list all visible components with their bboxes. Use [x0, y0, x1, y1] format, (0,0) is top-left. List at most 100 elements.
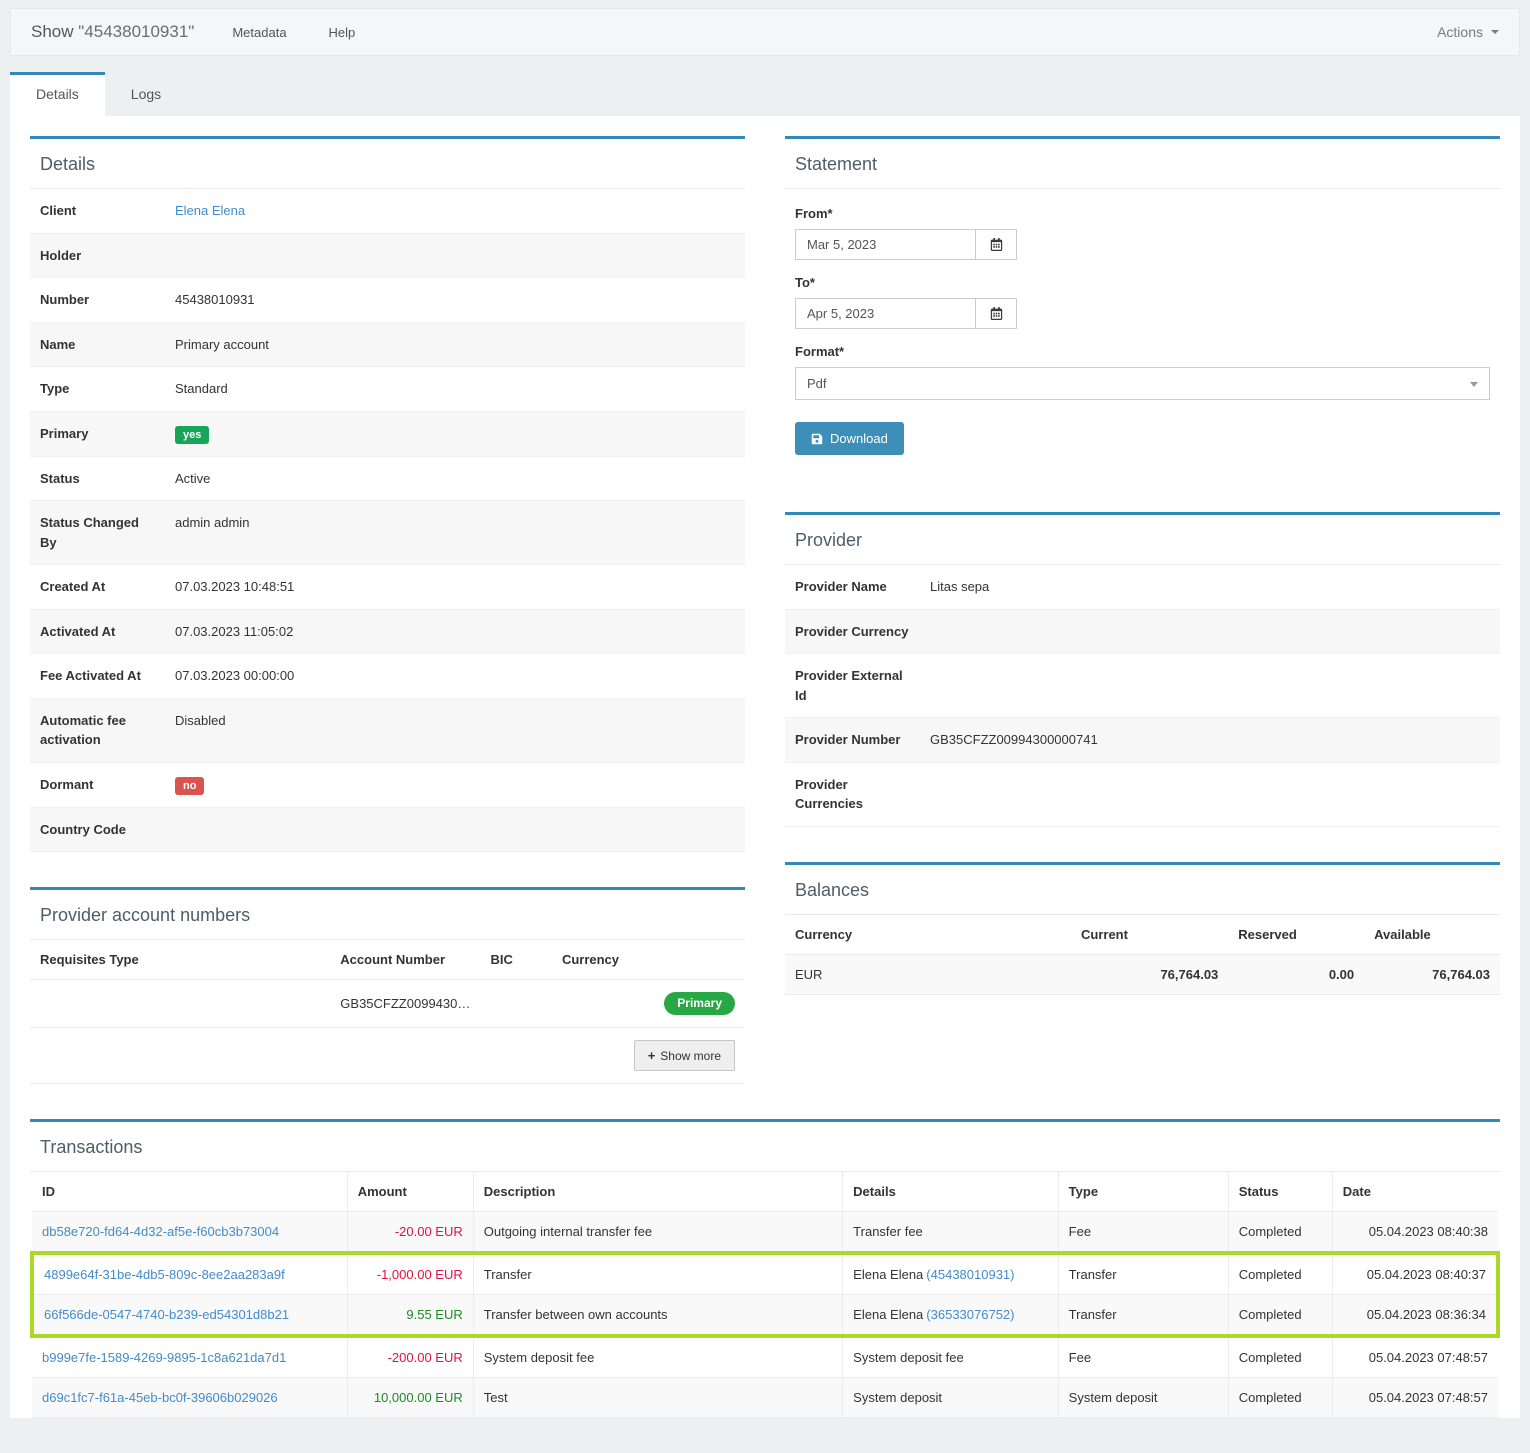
- detail-label: Provider Name: [785, 565, 920, 609]
- transaction-account-link[interactable]: (45438010931): [926, 1267, 1014, 1282]
- detail-row-holder: Holder: [30, 233, 745, 278]
- download-button[interactable]: Download: [795, 422, 904, 455]
- dormant-no-badge: no: [175, 777, 204, 795]
- details-panel-title: Details: [30, 139, 745, 189]
- detail-value: [920, 762, 1500, 826]
- menu-item-help[interactable]: Help: [329, 25, 356, 40]
- column-header-amount: Amount: [347, 1172, 473, 1212]
- transaction-date: 05.04.2023 07:48:57: [1332, 1377, 1498, 1417]
- detail-label: Dormant: [30, 762, 165, 807]
- detail-row-created-at: Created At 07.03.2023 10:48:51: [30, 565, 745, 610]
- detail-row-type: Type Standard: [30, 367, 745, 412]
- detail-row-fee-activated-at: Fee Activated At 07.03.2023 00:00:00: [30, 654, 745, 699]
- detail-row-status-changed-by: Status Changed By admin admin: [30, 501, 745, 565]
- provider-account-numbers-table: Requisites Type Account Number BIC Curre…: [30, 940, 745, 1083]
- detail-label: Primary: [30, 411, 165, 456]
- to-date-input[interactable]: [795, 298, 975, 329]
- detail-value: Litas sepa: [920, 565, 1500, 609]
- transaction-description: Transfer between own accounts: [473, 1294, 842, 1336]
- transaction-details: System deposit fee: [843, 1336, 1059, 1378]
- detail-label: Provider Number: [785, 718, 920, 763]
- page-title: Show "45438010931": [31, 22, 194, 42]
- column-header-details: Details: [843, 1172, 1059, 1212]
- provider-table: Provider Name Litas sepa Provider Curren…: [785, 565, 1500, 827]
- detail-row-dormant: Dormant no: [30, 762, 745, 807]
- balances-panel: Balances Currency Current Reserved Avail…: [785, 862, 1500, 995]
- primary-yes-badge: yes: [175, 426, 209, 444]
- actions-button[interactable]: Actions: [1437, 24, 1499, 40]
- detail-row-number: Number 45438010931: [30, 278, 745, 323]
- show-more-button[interactable]: +Show more: [634, 1040, 735, 1071]
- transaction-id-link[interactable]: 4899e64f-31be-4db5-809c-8ee2aa283a9f: [44, 1267, 285, 1282]
- detail-value: admin admin: [165, 501, 745, 565]
- detail-label: Activated At: [30, 609, 165, 654]
- balance-available: 76,764.03: [1364, 954, 1500, 994]
- transaction-details: Transfer fee: [843, 1211, 1059, 1253]
- transaction-date: 05.04.2023 08:40:37: [1332, 1253, 1498, 1295]
- tab-details[interactable]: Details: [10, 72, 105, 116]
- statement-panel-title: Statement: [785, 139, 1500, 189]
- transaction-status: Completed: [1228, 1377, 1332, 1417]
- bic-cell: [480, 980, 552, 1027]
- detail-value: GB35CFZZ00994300000741: [920, 718, 1500, 763]
- requisites-type-cell: [30, 980, 330, 1027]
- column-header-empty: [645, 940, 745, 980]
- menu-item-metadata[interactable]: Metadata: [232, 25, 286, 40]
- transaction-row: b999e7fe-1589-4269-9895-1c8a621da7d1 -20…: [32, 1336, 1498, 1378]
- transaction-id-link[interactable]: 66f566de-0547-4740-b239-ed54301d8b21: [44, 1307, 289, 1322]
- balance-currency: EUR: [785, 954, 1071, 994]
- provider-account-numbers-panel: Provider account numbers Requisites Type…: [30, 887, 745, 1083]
- detail-value: Disabled: [165, 698, 745, 762]
- client-link[interactable]: Elena Elena: [175, 203, 245, 218]
- provider-row-external-id: Provider External Id: [785, 654, 1500, 718]
- detail-value: 07.03.2023 00:00:00: [165, 654, 745, 699]
- detail-value: [165, 233, 745, 278]
- transaction-status: Completed: [1228, 1336, 1332, 1378]
- currency-cell: [552, 980, 645, 1027]
- detail-row-client: Client Elena Elena: [30, 189, 745, 233]
- transaction-id-link[interactable]: b999e7fe-1589-4269-9895-1c8a621da7d1: [42, 1350, 286, 1365]
- calendar-icon: [990, 307, 1003, 320]
- transaction-status: Completed: [1228, 1211, 1332, 1253]
- from-calendar-button[interactable]: [975, 229, 1017, 260]
- save-icon: [811, 433, 823, 445]
- transaction-row: d69c1fc7-f61a-45eb-bc0f-39606b029026 10,…: [32, 1377, 1498, 1417]
- column-header-description: Description: [473, 1172, 842, 1212]
- transaction-type: Fee: [1058, 1336, 1228, 1378]
- balance-row: EUR 76,764.03 0.00 76,764.03: [785, 954, 1500, 994]
- from-date-input[interactable]: [795, 229, 975, 260]
- detail-label: Created At: [30, 565, 165, 610]
- tab-logs[interactable]: Logs: [105, 72, 187, 116]
- provider-panel-title: Provider: [785, 515, 1500, 565]
- provider-row-currency: Provider Currency: [785, 609, 1500, 654]
- format-label: Format*: [795, 344, 1490, 359]
- detail-row-primary: Primary yes: [30, 411, 745, 456]
- transaction-details: System deposit: [843, 1377, 1059, 1417]
- calendar-icon: [990, 238, 1003, 251]
- transaction-amount: -1,000.00 EUR: [347, 1253, 473, 1295]
- column-header-id: ID: [32, 1172, 347, 1212]
- provider-account-numbers-title: Provider account numbers: [30, 890, 745, 940]
- transaction-account-link[interactable]: (36533076752): [926, 1307, 1014, 1322]
- transaction-date: 05.04.2023 07:48:57: [1332, 1336, 1498, 1378]
- detail-label: Provider Currencies: [785, 762, 920, 826]
- details-table: Client Elena Elena Holder Number 4543801…: [30, 189, 745, 852]
- provider-row-name: Provider Name Litas sepa: [785, 565, 1500, 609]
- provider-account-row: GB35CFZZ00994300000741 Primary: [30, 980, 745, 1027]
- transaction-row-highlighted: 4899e64f-31be-4db5-809c-8ee2aa283a9f -1,…: [32, 1253, 1498, 1295]
- format-select[interactable]: Pdf: [795, 367, 1490, 400]
- main-content: Details Client Elena Elena Holder Number: [10, 116, 1520, 1418]
- transaction-type: System deposit: [1058, 1377, 1228, 1417]
- column-header-requisites-type: Requisites Type: [30, 940, 330, 980]
- column-header-type: Type: [1058, 1172, 1228, 1212]
- balances-table: Currency Current Reserved Available EUR …: [785, 915, 1500, 995]
- column-header-reserved: Reserved: [1228, 915, 1364, 955]
- page-title-account-number: "45438010931": [78, 22, 194, 41]
- tab-bar: Details Logs: [10, 72, 1520, 116]
- to-calendar-button[interactable]: [975, 298, 1017, 329]
- detail-row-name: Name Primary account: [30, 322, 745, 367]
- detail-label: Status Changed By: [30, 501, 165, 565]
- transaction-id-link[interactable]: db58e720-fd64-4d32-af5e-f60cb3b73004: [42, 1224, 279, 1239]
- detail-row-automatic-fee-activation: Automatic fee activation Disabled: [30, 698, 745, 762]
- transaction-id-link[interactable]: d69c1fc7-f61a-45eb-bc0f-39606b029026: [42, 1390, 278, 1405]
